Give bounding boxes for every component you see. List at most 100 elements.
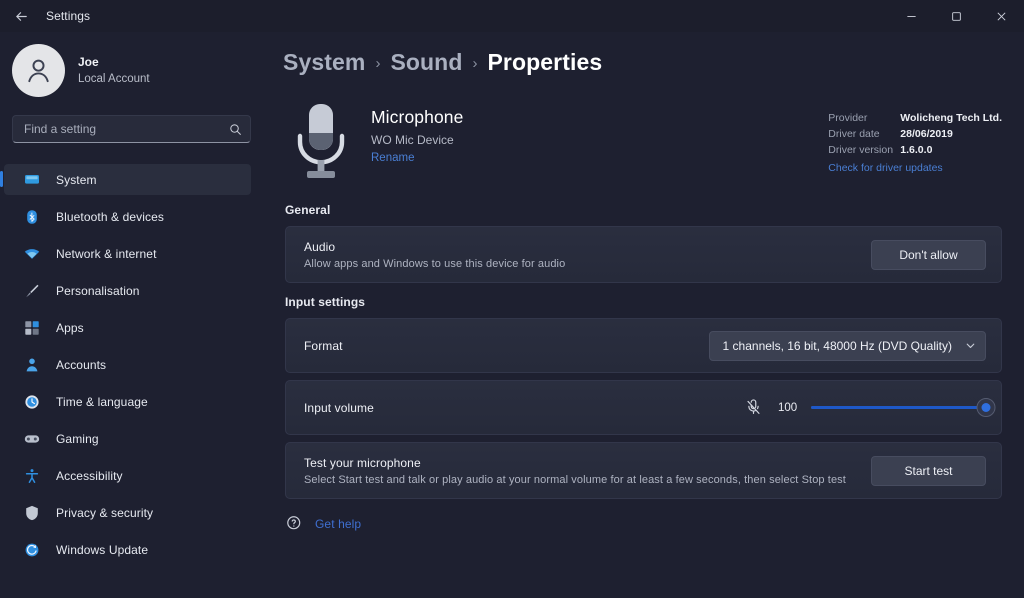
- slider-fill: [811, 406, 986, 409]
- input-volume-label: Input volume: [304, 400, 374, 415]
- input-volume-value: 100: [778, 401, 798, 414]
- arrow-left-icon: [15, 11, 27, 21]
- driver-provider-label: Provider: [828, 112, 868, 124]
- breadcrumb-item-system[interactable]: System: [283, 49, 365, 76]
- profile-section[interactable]: Joe Local Account: [0, 32, 251, 113]
- close-icon: [997, 12, 1006, 20]
- sidebar-item-label: Network & internet: [56, 246, 157, 261]
- minimize-button[interactable]: [889, 0, 934, 32]
- search-icon: [229, 123, 242, 136]
- settings-window: Settings Joe Local Account Find a settin…: [0, 0, 1024, 598]
- avatar: [12, 44, 65, 97]
- input-volume-card: Input volume 100: [285, 380, 1002, 435]
- clock-icon: [22, 392, 41, 411]
- general-heading: General: [285, 203, 331, 217]
- test-microphone-description: Select Start test and talk or play audio…: [304, 473, 846, 486]
- driver-version-value: 1.6.0.0: [900, 143, 933, 156]
- sidebar-item-network-internet[interactable]: Network & internet: [4, 238, 251, 269]
- sidebar-item-label: Privacy & security: [56, 505, 154, 520]
- user-icon: [28, 59, 49, 83]
- microphone-muted-icon[interactable]: [745, 399, 762, 416]
- format-label: Format: [304, 338, 343, 353]
- title-bar: Settings: [0, 0, 1024, 32]
- sidebar-item-accounts[interactable]: Accounts: [4, 349, 251, 380]
- profile-account-type: Local Account: [78, 72, 150, 85]
- maximize-button[interactable]: [934, 0, 979, 32]
- bluetooth-icon: [22, 207, 41, 226]
- slider-thumb[interactable]: [976, 398, 996, 417]
- audio-card: Audio Allow apps and Windows to use this…: [285, 226, 1002, 283]
- sidebar-item-label: Personalisation: [56, 283, 140, 298]
- microphone-illustration: [297, 104, 345, 178]
- device-name: Microphone: [371, 107, 464, 127]
- sidebar-item-label: Accessibility: [56, 468, 123, 483]
- sidebar-item-personalisation[interactable]: Personalisation: [4, 275, 251, 306]
- apps-icon: [22, 318, 41, 337]
- check-driver-updates-link[interactable]: Check for driver updates: [828, 161, 1002, 177]
- driver-date-row: Driver date 28/06/2019: [828, 127, 1002, 143]
- breadcrumb-item-sound[interactable]: Sound: [390, 49, 462, 76]
- sidebar-item-privacy-security[interactable]: Privacy & security: [4, 497, 251, 528]
- start-test-button[interactable]: Start test: [871, 455, 986, 486]
- gamepad-icon: [22, 429, 41, 448]
- maximize-icon: [952, 11, 961, 21]
- audio-title: Audio: [304, 239, 336, 254]
- driver-version-row: Driver version 1.6.0.0: [828, 143, 1002, 159]
- driver-date-value: 28/06/2019: [900, 127, 953, 140]
- input-settings-heading: Input settings: [285, 295, 366, 309]
- breadcrumb-separator: ›: [472, 55, 478, 72]
- sidebar-item-label: Time & language: [56, 394, 148, 409]
- driver-info: Provider Wolicheng Tech Ltd. Driver date…: [828, 99, 1002, 177]
- format-dropdown[interactable]: 1 channels, 16 bit, 48000 Hz (DVD Qualit…: [708, 330, 986, 361]
- window-controls: [889, 0, 1024, 32]
- test-microphone-title: Test your microphone: [304, 455, 421, 470]
- close-button[interactable]: [979, 0, 1024, 32]
- accessibility-icon: [22, 466, 41, 485]
- wifi-icon: [22, 244, 41, 263]
- driver-date-label: Driver date: [828, 127, 880, 140]
- sidebar-item-time-language[interactable]: Time & language: [4, 386, 251, 417]
- format-card: Format 1 channels, 16 bit, 48000 Hz (DVD…: [285, 318, 1002, 373]
- sidebar-item-label: Gaming: [56, 431, 99, 446]
- sidebar-item-label: System: [56, 172, 97, 187]
- search-input[interactable]: [24, 122, 229, 136]
- dont-allow-button[interactable]: Don't allow: [871, 239, 986, 270]
- breadcrumb-separator: ›: [375, 55, 381, 72]
- driver-provider-row: Provider Wolicheng Tech Ltd.: [828, 111, 1002, 127]
- rename-link[interactable]: Rename: [371, 152, 414, 164]
- sidebar-item-system[interactable]: System: [0, 164, 251, 195]
- profile-name: Joe: [78, 54, 99, 69]
- device-subtitle: WO Mic Device: [371, 133, 454, 147]
- sidebar-item-label: Apps: [56, 320, 84, 335]
- format-value: 1 channels, 16 bit, 48000 Hz (DVD Qualit…: [722, 338, 952, 353]
- update-icon: [22, 540, 41, 559]
- display-icon: [22, 170, 41, 189]
- sidebar-item-windows-update[interactable]: Windows Update: [4, 534, 251, 565]
- sidebar-item-label: Bluetooth & devices: [56, 209, 164, 224]
- sidebar-nav: System Bluetooth & devices Network & int…: [0, 164, 251, 565]
- get-help[interactable]: Get help: [286, 515, 1002, 532]
- shield-icon: [22, 503, 41, 522]
- main-content: System › Sound › Properties Microphone W…: [262, 32, 1024, 598]
- driver-provider-value: Wolicheng Tech Ltd.: [900, 112, 1002, 124]
- breadcrumb: System › Sound › Properties: [282, 32, 1002, 76]
- window-title: Settings: [46, 9, 91, 23]
- sidebar: Joe Local Account System: [0, 32, 262, 598]
- sidebar-item-label: Windows Update: [56, 542, 149, 557]
- help-icon: [286, 515, 303, 532]
- search-box[interactable]: [12, 115, 251, 143]
- driver-version-label: Driver version: [828, 143, 894, 156]
- minimize-icon: [907, 15, 916, 17]
- sidebar-item-gaming[interactable]: Gaming: [4, 423, 251, 454]
- audio-description: Allow apps and Windows to use this devic…: [304, 257, 566, 270]
- input-volume-slider[interactable]: [811, 397, 996, 419]
- microphone-icon: [285, 99, 357, 187]
- sidebar-item-apps[interactable]: Apps: [4, 312, 251, 343]
- get-help-label: Get help: [315, 516, 362, 531]
- sidebar-item-accessibility[interactable]: Accessibility: [4, 460, 251, 491]
- back-button[interactable]: [4, 1, 38, 31]
- brush-icon: [22, 281, 41, 300]
- sidebar-item-bluetooth-devices[interactable]: Bluetooth & devices: [4, 201, 251, 232]
- sidebar-item-label: Accounts: [56, 357, 107, 372]
- chevron-down-icon: [965, 340, 976, 351]
